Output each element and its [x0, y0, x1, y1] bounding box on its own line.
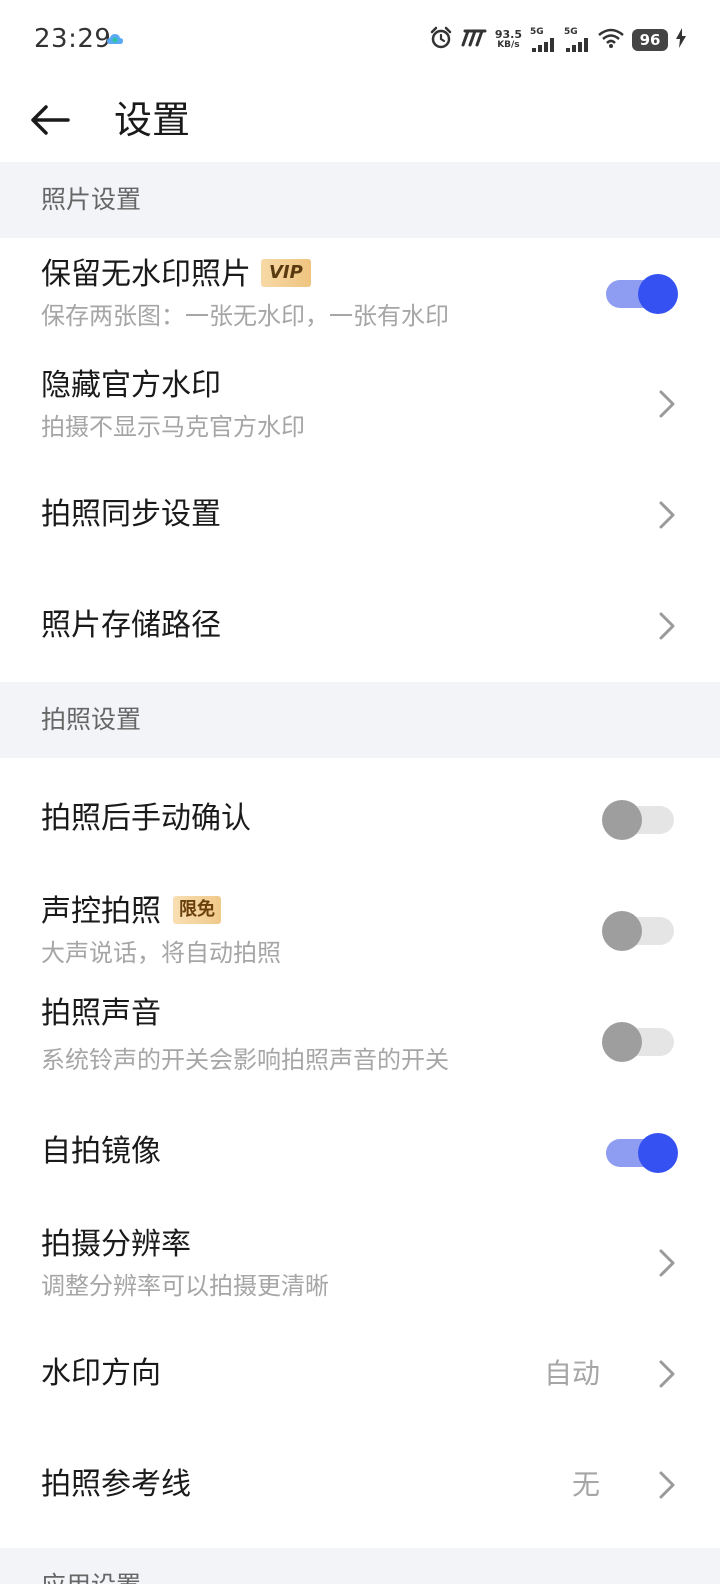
toggle-knob: [602, 1022, 642, 1062]
signal-sim2-icon: 5G: [564, 28, 590, 52]
row-title: 拍照后手动确认: [41, 801, 251, 836]
status-bar: 23:29 93.5 KB/s 5G 5G 96: [0, 0, 720, 80]
toggle-selfie-mirror[interactable]: [602, 1133, 678, 1173]
sim2-label: 5G: [564, 27, 578, 37]
charging-icon: [676, 28, 686, 52]
row-shutter-sound[interactable]: 拍照声音 系统铃声的开关会影响拍照声音的开关: [0, 986, 720, 1097]
section-title: 应用设置: [41, 1570, 141, 1584]
row-grid-lines[interactable]: 拍照参考线 无: [0, 1430, 720, 1541]
row-subtitle: 调整分辨率可以拍摄更清晰: [41, 1272, 329, 1300]
row-title: 隐藏官方水印: [41, 368, 221, 403]
chevron-right-icon: [659, 501, 675, 529]
row-title: 声控拍照 限免: [41, 892, 221, 932]
sim1-label: 5G: [530, 27, 544, 37]
chevron-right-icon: [659, 1471, 675, 1499]
row-title: 保留无水印照片 VIP: [41, 255, 311, 295]
alarm-icon: [429, 26, 453, 54]
section-title: 照片设置: [41, 185, 142, 214]
row-voice-capture[interactable]: 声控拍照 限免 大声说话，将自动拍照: [0, 875, 720, 986]
row-value: 自动: [543, 1357, 600, 1390]
row-title: 拍摄分辨率: [41, 1227, 191, 1262]
row-subtitle: 大声说话，将自动拍照: [41, 939, 281, 967]
page-title: 设置: [114, 98, 191, 142]
status-time: 23:29: [34, 24, 112, 54]
status-icons: 93.5 KB/s 5G 5G 96: [429, 24, 686, 56]
row-subtitle: 保存两张图：一张无水印，一张有水印: [41, 302, 449, 330]
battery-indicator: 96: [632, 29, 668, 51]
chevron-right-icon: [659, 1249, 675, 1277]
row-title: 拍照声音: [41, 996, 161, 1031]
row-selfie-mirror[interactable]: 自拍镜像: [0, 1097, 720, 1208]
net-speed: 93.5 KB/s: [495, 29, 522, 51]
section-header-capture: 拍照设置: [0, 682, 720, 758]
row-watermark-direction[interactable]: 水印方向 自动: [0, 1319, 720, 1430]
toggle-voice-capture[interactable]: [602, 911, 678, 951]
chevron-right-icon: [659, 612, 675, 640]
row-title-text: 保留无水印照片: [41, 257, 251, 292]
row-title: 拍照参考线: [41, 1467, 191, 1502]
app-header: 设置: [0, 80, 720, 162]
vip-badge: VIP: [261, 258, 311, 287]
signal-sim1-icon: 5G: [530, 28, 556, 52]
toggle-knob: [638, 1133, 678, 1173]
toggle-knob: [602, 800, 642, 840]
row-resolution[interactable]: 拍摄分辨率 调整分辨率可以拍摄更清晰: [0, 1208, 720, 1319]
nfc-icon: [461, 28, 487, 52]
row-sync-settings[interactable]: 拍照同步设置: [0, 460, 720, 571]
back-button[interactable]: [22, 92, 78, 148]
chevron-right-icon: [659, 1360, 675, 1388]
row-value: 无: [571, 1468, 600, 1501]
row-title: 拍照同步设置: [41, 497, 221, 532]
row-manual-confirm[interactable]: 拍照后手动确认: [0, 764, 720, 875]
row-title-text: 声控拍照: [41, 894, 161, 929]
section-title: 拍照设置: [41, 705, 142, 734]
section-header-photo: 照片设置: [0, 162, 720, 238]
toggle-manual-confirm[interactable]: [602, 800, 678, 840]
row-subtitle: 系统铃声的开关会影响拍照声音的开关: [41, 1046, 449, 1074]
row-title: 照片存储路径: [41, 608, 221, 643]
free-badge: 限免: [173, 895, 221, 924]
toggle-shutter-sound[interactable]: [602, 1022, 678, 1062]
cloud-sync-icon: [106, 31, 124, 47]
wifi-icon: [598, 28, 624, 52]
toggle-knob: [638, 274, 678, 314]
net-speed-unit: KB/s: [497, 40, 520, 50]
back-arrow-icon: [31, 105, 70, 135]
net-speed-value: 93.5: [494, 28, 522, 41]
row-title: 水印方向: [41, 1356, 161, 1391]
toggle-keep-unwatermarked[interactable]: [602, 274, 678, 314]
toggle-knob: [602, 911, 642, 951]
row-storage-path[interactable]: 照片存储路径: [0, 571, 720, 682]
row-title: 自拍镜像: [41, 1134, 161, 1169]
section-header-app: 应用设置: [0, 1548, 720, 1584]
chevron-right-icon: [659, 390, 675, 418]
row-keep-unwatermarked[interactable]: 保留无水印照片 VIP 保存两张图：一张无水印，一张有水印: [0, 238, 720, 349]
row-hide-official-watermark[interactable]: 隐藏官方水印 拍摄不显示马克官方水印: [0, 349, 720, 460]
row-subtitle: 拍摄不显示马克官方水印: [41, 413, 305, 441]
